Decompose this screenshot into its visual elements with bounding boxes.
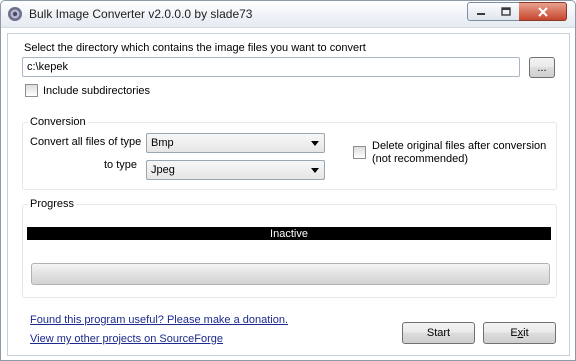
include-subdirectories-label: Include subdirectories <box>43 85 151 97</box>
close-icon <box>537 6 548 17</box>
conversion-group-title: Conversion <box>28 116 88 128</box>
exit-label-prefix: E <box>510 327 518 339</box>
maximize-button[interactable] <box>493 2 520 21</box>
from-type-select[interactable]: Bmp <box>146 133 325 153</box>
delete-originals-label-line2: (not recommended) <box>372 153 468 165</box>
start-button[interactable]: Start <box>402 322 475 344</box>
to-type-value: Jpeg <box>151 164 175 176</box>
window-title: Bulk Image Converter v2.0.0.0 by slade73 <box>29 7 253 21</box>
chevron-down-icon <box>311 141 319 146</box>
title-bar[interactable]: Bulk Image Converter v2.0.0.0 by slade73 <box>1 1 575 28</box>
to-type-label: to type <box>104 159 138 171</box>
exit-button[interactable]: Ex it <box>483 322 556 344</box>
delete-originals-label-line1: Delete original files after conversion <box>372 140 547 152</box>
from-type-label: Convert all files of type <box>30 136 142 148</box>
other-projects-link[interactable]: View my other projects on SourceForge <box>30 333 223 345</box>
progress-bar <box>31 263 550 285</box>
close-button[interactable] <box>519 2 567 21</box>
status-bar: Inactive <box>27 227 551 240</box>
from-type-value: Bmp <box>151 137 174 149</box>
progress-group-title: Progress <box>28 198 77 210</box>
delete-originals-checkbox[interactable] <box>353 146 366 159</box>
minimize-icon <box>476 12 485 15</box>
browse-button[interactable]: ... <box>529 57 555 78</box>
exit-label-suffix: it <box>523 327 529 339</box>
minimize-button[interactable] <box>467 2 494 21</box>
maximize-icon <box>501 7 511 16</box>
app-window: Bulk Image Converter v2.0.0.0 by slade73… <box>0 0 576 361</box>
donation-link[interactable]: Found this program useful? Please make a… <box>30 314 288 326</box>
app-gear-icon <box>8 7 22 21</box>
to-type-select[interactable]: Jpeg <box>146 160 325 180</box>
include-subdirectories-checkbox[interactable] <box>25 84 38 97</box>
client-area: Select the directory which contains the … <box>7 33 570 356</box>
directory-prompt: Select the directory which contains the … <box>24 42 366 54</box>
directory-path-input[interactable]: c:\kepek <box>22 57 520 77</box>
chevron-down-icon <box>311 168 319 173</box>
